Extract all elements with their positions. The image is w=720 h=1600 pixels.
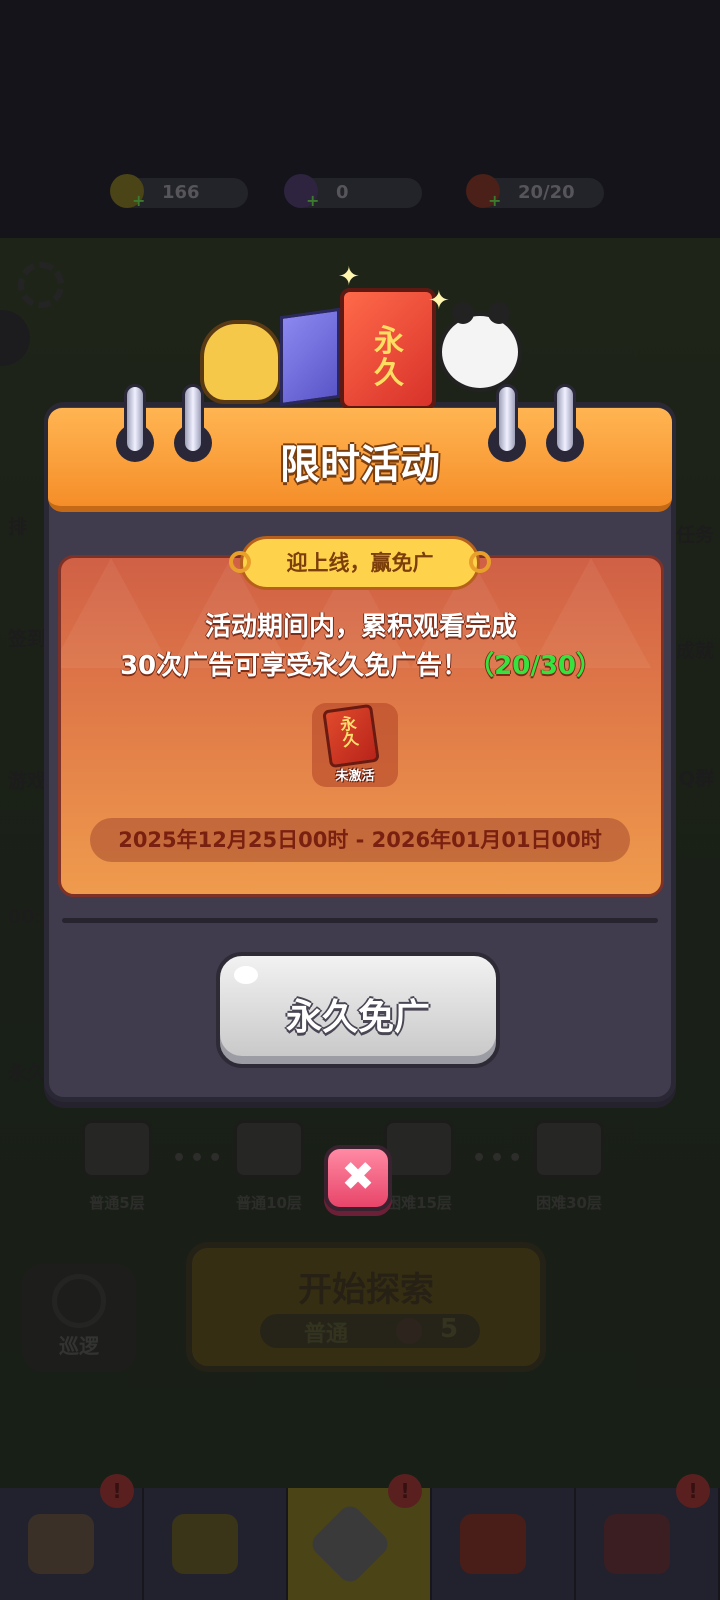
gold-value: 166 xyxy=(162,182,200,203)
nav-tab-heroes[interactable] xyxy=(144,1488,288,1600)
button-shine xyxy=(234,966,258,984)
gem-value: 0 xyxy=(336,182,349,203)
divider xyxy=(62,918,658,923)
permanent-ad-free-button[interactable]: 永久免广 xyxy=(216,952,500,1068)
forever-book-text: 永久 xyxy=(374,324,404,391)
crossed-swords-icon xyxy=(307,1501,393,1587)
forever-book-icon: 永久 xyxy=(340,288,436,410)
shop-icon xyxy=(28,1514,94,1574)
sparkle-icon: ✦ xyxy=(338,262,360,292)
binder-ring xyxy=(182,384,204,454)
nav-tab-equipment[interactable] xyxy=(432,1488,576,1600)
equipment-book-icon xyxy=(460,1514,526,1574)
reward-status-label: 未激活 xyxy=(335,769,375,784)
event-period: 2025年12月25日00时 - 2026年01月01日00时 xyxy=(90,818,630,862)
nav-tab-battle[interactable]: ! xyxy=(288,1474,432,1600)
reward-book-text: 永久 xyxy=(339,713,360,751)
gold-resource[interactable]: + 166 xyxy=(110,174,248,209)
reward-item[interactable]: 永久 未激活 xyxy=(312,703,398,787)
event-description-text: 30次广告可享受永久免广告！ xyxy=(119,651,469,681)
crystal-icon xyxy=(280,307,340,407)
alert-badge-icon: ! xyxy=(388,1474,422,1508)
binder-ring xyxy=(554,384,576,454)
event-description-line1: 活动期间内，累积观看完成 xyxy=(204,612,517,642)
hero-girl-icon xyxy=(200,320,282,404)
ad-watch-progress: （20/30） xyxy=(468,651,603,681)
add-gem-icon[interactable]: + xyxy=(306,193,320,209)
hero-card-icon xyxy=(172,1514,238,1574)
event-description-line2: 30次广告可享受永久免广告！（20/30） xyxy=(58,645,664,682)
sparkle-icon: ✦ xyxy=(428,286,450,316)
gem-resource[interactable]: + 0 xyxy=(284,174,422,209)
castle-icon xyxy=(604,1514,670,1574)
close-icon[interactable]: ✖ xyxy=(324,1145,392,1211)
add-energy-icon[interactable]: + xyxy=(488,193,502,209)
nav-tab-shop[interactable]: ! xyxy=(0,1474,144,1600)
nav-tab-castle[interactable]: ! xyxy=(576,1474,720,1600)
energy-resource[interactable]: + 20/20 xyxy=(466,174,604,209)
event-header-art: 永久 ✦ ✦ xyxy=(180,262,540,418)
energy-value: 20/20 xyxy=(518,182,575,203)
panda-icon xyxy=(438,302,522,392)
permanent-ad-free-label: 永久免广 xyxy=(285,997,430,1038)
alert-badge-icon: ! xyxy=(100,1474,134,1508)
binder-ring xyxy=(124,384,146,454)
forever-book-icon: 永久 xyxy=(322,703,380,769)
bottom-nav: ! ! ! xyxy=(0,1474,720,1600)
event-tag: 迎上线，赢免广 xyxy=(229,536,491,590)
add-gold-icon[interactable]: + xyxy=(132,193,146,209)
alert-badge-icon: ! xyxy=(676,1474,710,1508)
binder-ring xyxy=(496,384,518,454)
